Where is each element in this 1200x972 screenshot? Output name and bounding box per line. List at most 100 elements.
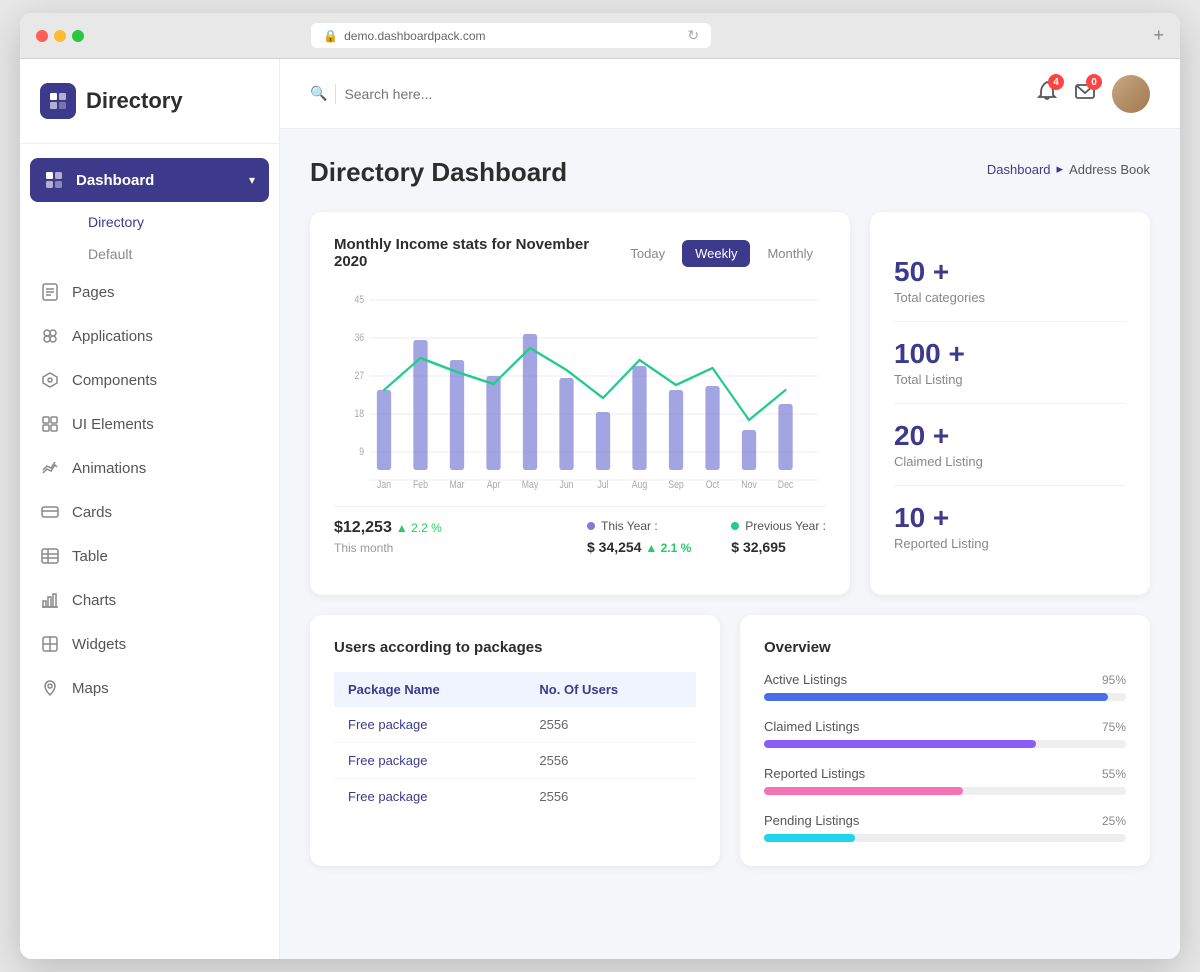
svg-text:27: 27 <box>354 370 364 382</box>
page-title: Directory Dashboard <box>310 157 567 188</box>
sidebar-item-table[interactable]: Table <box>20 534 279 578</box>
chart-tabs: Today Weekly Monthly <box>617 240 826 267</box>
stat-claimed-desc: Claimed Listing <box>894 454 1126 469</box>
sidebar-item-animations[interactable]: Animations <box>20 446 279 490</box>
tab-weekly[interactable]: Weekly <box>682 240 750 267</box>
breadcrumb-current: Address Book <box>1069 162 1150 177</box>
user-avatar[interactable] <box>1112 75 1150 113</box>
breadcrumb-home[interactable]: Dashboard <box>987 162 1051 177</box>
progress-fill <box>764 787 963 795</box>
svg-text:Nov: Nov <box>741 479 757 490</box>
sidebar-item-components[interactable]: Components <box>20 358 279 402</box>
message-badge: 0 <box>1086 74 1102 90</box>
notification-icon[interactable]: 4 <box>1036 80 1058 107</box>
animations-icon <box>40 458 60 478</box>
svg-text:Jul: Jul <box>597 479 608 490</box>
sidebar-item-applications[interactable]: Applications <box>20 314 279 358</box>
overview-pct: 55% <box>1102 767 1126 781</box>
chart-legend-year: This Year : $ 34,254 ▲ 2.1 % <box>587 519 691 555</box>
stat-reported-number: 10 + <box>894 502 1126 534</box>
sub-item-directory[interactable]: Directory <box>72 206 279 238</box>
this-month-amount: $12,253 <box>334 519 392 537</box>
search-container: 🔍 <box>310 84 630 104</box>
charts-icon <box>40 590 60 610</box>
this-month-label: This month <box>334 541 442 555</box>
stat-claimed-number: 20 + <box>894 420 1126 452</box>
avatar-image <box>1112 75 1150 113</box>
dashboard-icon <box>44 170 64 190</box>
stat-categories-number: 50 + <box>894 256 1126 288</box>
overview-pct: 75% <box>1102 720 1126 734</box>
message-icon[interactable]: 0 <box>1074 80 1096 107</box>
packages-title: Users according to packages <box>334 639 696 656</box>
breadcrumb-arrow: ▸ <box>1057 161 1064 177</box>
overview-pct: 95% <box>1102 673 1126 687</box>
animations-label: Animations <box>72 460 146 477</box>
search-input[interactable] <box>344 86 525 102</box>
svg-text:Sep: Sep <box>668 479 684 490</box>
sidebar-item-pages[interactable]: Pages <box>20 270 279 314</box>
chart-header: Monthly Income stats for November 2020 T… <box>334 236 826 270</box>
overview-item: Claimed Listings 75% <box>764 719 1126 748</box>
stat-categories-desc: Total categories <box>894 290 1126 305</box>
sidebar-item-widgets[interactable]: Widgets <box>20 622 279 666</box>
new-tab-button[interactable]: + <box>1153 25 1164 46</box>
svg-text:9: 9 <box>359 446 364 458</box>
address-bar[interactable]: 🔒 demo.dashboardpack.com ↻ <box>311 23 711 48</box>
overview-item: Active Listings 95% <box>764 672 1126 701</box>
svg-text:18: 18 <box>354 408 364 420</box>
search-divider <box>335 84 336 104</box>
components-icon <box>40 370 60 390</box>
sub-item-default[interactable]: Default <box>72 238 279 270</box>
table-row: Free package 2556 <box>334 779 696 815</box>
table-icon <box>40 546 60 566</box>
logo-icon <box>40 83 76 119</box>
overview-pct: 25% <box>1102 814 1126 828</box>
ui-elements-icon <box>40 414 60 434</box>
reload-icon[interactable]: ↻ <box>687 27 699 44</box>
tab-today[interactable]: Today <box>617 240 678 267</box>
app-layout: Directory Dashboard ▾ <box>20 59 1180 959</box>
ui-elements-label: UI Elements <box>72 416 154 433</box>
applications-label: Applications <box>72 328 153 345</box>
svg-text:Feb: Feb <box>413 479 428 490</box>
sidebar-logo: Directory <box>20 59 279 144</box>
legend-prev-year: Previous Year : <box>731 519 826 533</box>
table-header-row: Package Name No. Of Users <box>334 672 696 707</box>
overview-row: Claimed Listings 75% <box>764 719 1126 734</box>
svg-text:Apr: Apr <box>487 479 501 490</box>
lock-icon: 🔒 <box>323 29 338 43</box>
cell-package-name: Free package <box>334 779 525 815</box>
applications-icon <box>40 326 60 346</box>
progress-bar <box>764 834 1126 842</box>
widgets-icon <box>40 634 60 654</box>
progress-bar <box>764 787 1126 795</box>
logo-text: Directory <box>86 88 183 114</box>
table-row: Free package 2556 <box>334 707 696 743</box>
cell-package-name: Free package <box>334 707 525 743</box>
overview-label: Reported Listings <box>764 766 865 781</box>
legend-dot-this-year <box>587 522 595 530</box>
col-num-users: No. Of Users <box>525 672 696 707</box>
page-header: Directory Dashboard Dashboard ▸ Address … <box>310 157 1150 188</box>
tab-monthly[interactable]: Monthly <box>754 240 826 267</box>
page-body: Directory Dashboard Dashboard ▸ Address … <box>280 129 1180 894</box>
sidebar-item-maps[interactable]: Maps <box>20 666 279 710</box>
overview-item: Reported Listings 55% <box>764 766 1126 795</box>
sidebar-item-charts[interactable]: Charts <box>20 578 279 622</box>
components-label: Components <box>72 372 157 389</box>
sidebar-item-cards[interactable]: Cards <box>20 490 279 534</box>
stat-listing-desc: Total Listing <box>894 372 1126 387</box>
minimize-dot[interactable] <box>54 30 66 42</box>
svg-text:Mar: Mar <box>450 479 466 490</box>
sidebar-item-dashboard[interactable]: Dashboard ▾ <box>30 158 269 202</box>
nav-items: Dashboard ▾ Directory Default <box>20 144 279 939</box>
close-dot[interactable] <box>36 30 48 42</box>
stat-categories: 50 + Total categories <box>894 240 1126 322</box>
sidebar-item-ui-elements[interactable]: UI Elements <box>20 402 279 446</box>
maximize-dot[interactable] <box>72 30 84 42</box>
overview-row: Reported Listings 55% <box>764 766 1126 781</box>
packages-card: Users according to packages Package Name… <box>310 615 720 866</box>
overview-label: Pending Listings <box>764 813 859 828</box>
svg-text:Jan: Jan <box>377 479 391 490</box>
